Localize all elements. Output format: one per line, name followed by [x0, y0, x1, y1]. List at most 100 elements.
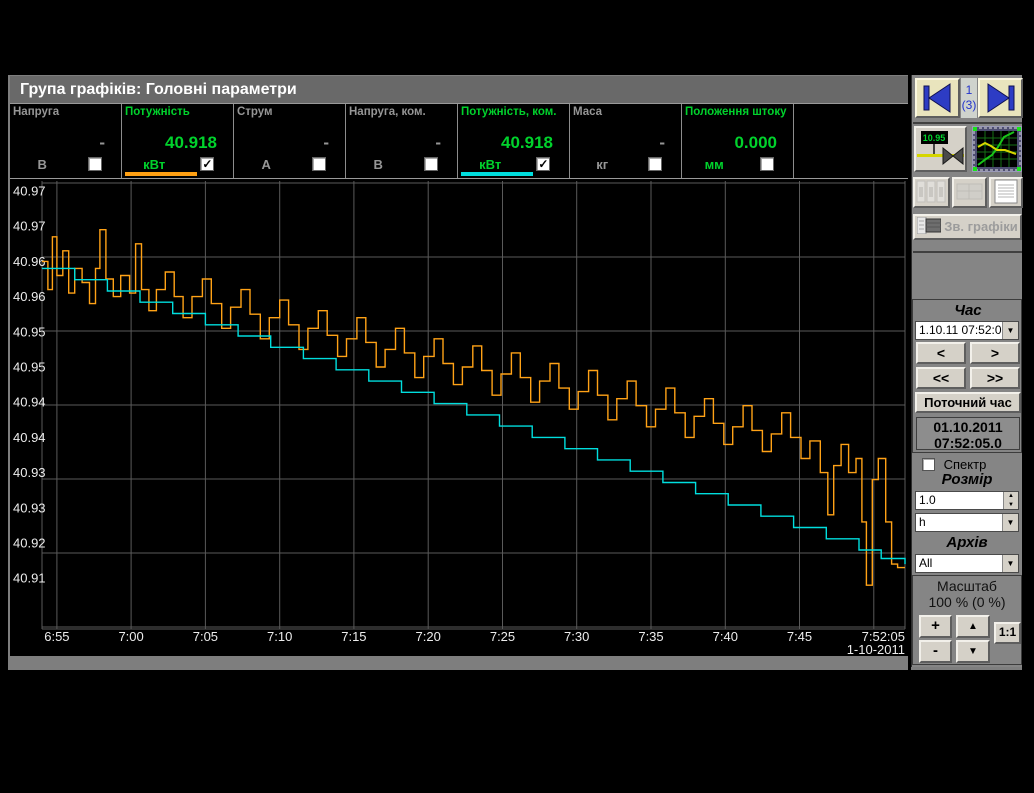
prev-page-icon — [917, 80, 958, 116]
pan-up-button[interactable]: ▲ — [956, 615, 990, 638]
group-title-bar: Група графіків: Головні параметри — [10, 76, 908, 103]
table-icon — [954, 179, 985, 204]
time-section: Час 1.10.11 07:52:05 ▼ < > << >> Поточни… — [912, 299, 1022, 453]
param-label: Напруга — [10, 104, 121, 133]
meter-valve-icon: 10.95 — [916, 128, 965, 170]
spinner-up-icon[interactable]: ▲ — [1004, 492, 1018, 501]
y-tick-label: 40.93 — [13, 500, 46, 515]
spinner-down-icon[interactable]: ▼ — [1004, 501, 1018, 510]
series-power — [42, 230, 905, 586]
y-tick-label: 40.95 — [13, 360, 46, 375]
page-number: 1 — [961, 83, 977, 98]
y-tick-label: 40.97 — [13, 184, 46, 199]
readout-date: 01.10.2011 — [917, 419, 1019, 435]
scale-value: 100 % (0 %) — [913, 594, 1021, 610]
indicators-view-button[interactable] — [913, 177, 950, 208]
zoom-in-button[interactable]: + — [919, 615, 952, 638]
trend-chart[interactable]: 6:557:007:057:107:157:207:257:307:357:40… — [10, 179, 908, 656]
time-jump-back-button[interactable]: << — [916, 367, 966, 389]
chevron-down-icon[interactable]: ▼ — [1002, 555, 1018, 572]
spectrum-checkbox[interactable] — [922, 458, 935, 471]
divider — [913, 251, 1022, 253]
next-group-button[interactable] — [978, 78, 1023, 118]
x-tick-label: 7:25 — [490, 629, 515, 644]
param-checkbox[interactable]: ✓ — [536, 157, 550, 171]
param-label: Напруга, ком. — [346, 104, 457, 133]
table-view-button[interactable] — [952, 177, 987, 208]
x-tick-label: 6:55 — [44, 629, 69, 644]
param-label: Потужність — [122, 104, 233, 133]
x-tick-label: 7:45 — [787, 629, 812, 644]
param-value: - — [570, 133, 681, 155]
time-step-back-button[interactable]: < — [916, 342, 966, 364]
y-tick-label: 40.94 — [13, 430, 46, 445]
x-tick-label: 7:15 — [341, 629, 366, 644]
y-tick-label: 40.94 — [13, 395, 46, 410]
trend-chart-area[interactable]: 6:557:007:057:107:157:207:257:307:357:40… — [10, 179, 908, 656]
time-step-forward-button[interactable]: > — [970, 342, 1020, 364]
sidebar: 1 (3) 10.95 — [911, 75, 1022, 667]
archive-value: All — [916, 555, 1002, 572]
current-time-readout: 01.10.2011 07:52:05.0 — [916, 417, 1020, 450]
param-checkbox[interactable] — [312, 157, 326, 171]
param-label: Положення штоку — [682, 104, 793, 133]
prev-group-button[interactable] — [915, 78, 960, 118]
spectrum-row: Спектр — [922, 456, 986, 471]
up-arrow-icon: ▲ — [968, 621, 978, 632]
y-tick-label: 40.96 — [13, 289, 46, 304]
y-tick-label: 40.91 — [13, 571, 46, 586]
series-color-underline — [461, 172, 533, 176]
x-tick-label: 7:00 — [118, 629, 143, 644]
param-panel-strum: Струм - А — [234, 104, 346, 178]
chevron-down-icon[interactable]: ▼ — [1002, 322, 1018, 339]
param-checkbox[interactable] — [88, 157, 102, 171]
document-icon — [991, 179, 1021, 204]
zoom-out-button[interactable]: - — [919, 640, 952, 663]
svg-text:10.95: 10.95 — [923, 133, 946, 143]
archive-heading: Архів — [912, 534, 1022, 551]
time-heading: Час — [913, 302, 1023, 319]
one-to-one-button[interactable]: 1:1 — [994, 622, 1021, 644]
scale-heading: Масштаб — [913, 578, 1021, 594]
param-label: Потужність, ком. — [458, 104, 569, 133]
param-value: - — [234, 133, 345, 155]
x-tick-label: 7:35 — [638, 629, 663, 644]
param-checkbox[interactable] — [648, 157, 662, 171]
document-view-button[interactable] — [989, 177, 1023, 208]
chevron-down-icon[interactable]: ▼ — [1002, 514, 1018, 531]
y-tick-label: 40.92 — [13, 536, 46, 551]
param-checkbox[interactable] — [424, 157, 438, 171]
readout-time: 07:52:05.0 — [917, 435, 1019, 451]
time-jump-forward-button[interactable]: >> — [970, 367, 1020, 389]
mnemonic-view-button[interactable]: 10.95 — [914, 126, 967, 172]
linked-charts-button[interactable]: Зв. графіки — [913, 214, 1022, 240]
param-panel-napruga: Напруга - В — [10, 104, 122, 178]
param-unit: мм — [682, 157, 746, 172]
current-time-button[interactable]: Поточний час — [915, 392, 1021, 413]
size-heading: Розмір — [912, 471, 1022, 488]
page-title: Група графіків: Головні параметри — [20, 81, 297, 98]
archive-combobox[interactable]: All ▼ — [915, 554, 1019, 573]
trend-view-button-selected[interactable] — [972, 126, 1022, 172]
series-color-underline — [125, 172, 197, 176]
trend-chart-icon — [973, 127, 1021, 171]
divider — [913, 122, 1022, 124]
size-spinbox[interactable]: 1.0 ▲ ▼ — [915, 491, 1019, 510]
param-panel-masa: Маса - кг — [570, 104, 682, 178]
size-value: 1.0 — [916, 492, 1003, 509]
page-counter: 1 (3) — [961, 78, 977, 118]
pan-down-button[interactable]: ▼ — [956, 640, 990, 663]
down-arrow-icon: ▼ — [968, 646, 978, 657]
x-tick-label: 7:05 — [193, 629, 218, 644]
param-value: - — [10, 133, 121, 155]
param-checkbox[interactable]: ✓ — [200, 157, 214, 171]
param-unit: В — [10, 157, 74, 172]
time-combobox[interactable]: 1.10.11 07:52:05 ▼ — [915, 321, 1019, 340]
x-axis-date-label: 1-10-2011 — [847, 642, 905, 656]
size-unit-combobox[interactable]: h ▼ — [915, 513, 1019, 532]
y-tick-label: 40.93 — [13, 465, 46, 480]
param-panel-potuzhnist-kom: Потужність, ком. 40.918 кВт ✓ — [458, 104, 570, 178]
param-value: 40.918 — [122, 133, 233, 155]
y-tick-label: 40.97 — [13, 219, 46, 234]
param-checkbox[interactable] — [760, 157, 774, 171]
